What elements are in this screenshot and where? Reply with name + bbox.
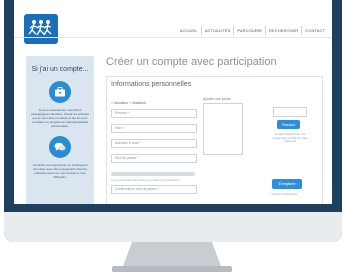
browse-button[interactable]: Parcourir	[277, 120, 300, 129]
monitor-stand-base	[112, 266, 232, 272]
email-placeholder: Adresse e-mail *	[115, 141, 141, 145]
briefcase-icon	[49, 81, 71, 103]
gender-radio-group[interactable]: ○ Monsieur ○ Madame	[111, 101, 146, 105]
photo-preview	[203, 103, 243, 155]
personal-info-panel: Informations personnelles ○ Monsieur ○ M…	[106, 76, 323, 204]
first-name-placeholder: Prénom *	[115, 111, 130, 115]
nav-divider	[14, 37, 332, 38]
monitor-chin	[4, 212, 342, 242]
photo-file-input[interactable]	[273, 107, 307, 117]
section-title: Informations personnelles	[111, 81, 192, 88]
sidebar-paragraph-exchange: J'enrichis mon expérience en échangeant …	[32, 163, 88, 179]
required-fields-note: * Champs obligatoires	[270, 192, 298, 196]
account-benefits-sidebar: Si j'ai un compte... Je peux sélectionne…	[26, 56, 94, 204]
monitor-stand	[122, 242, 222, 269]
last-name-placeholder: Nom *	[115, 126, 125, 130]
password-hint: Le mot de passe doit contenir au minimum…	[111, 178, 180, 182]
email-field[interactable]: Adresse e-mail *	[111, 139, 197, 148]
first-name-field[interactable]: Prénom *	[111, 109, 197, 118]
screen: ACCUEIL ACTUALITÉS PARCOURIR RECHERCHER …	[14, 0, 332, 204]
password-placeholder: Mot de passe *	[115, 156, 139, 160]
monitor-frame: ACCUEIL ACTUALITÉS PARCOURIR RECHERCHER …	[4, 0, 342, 242]
speech-bubbles-icon	[49, 136, 71, 158]
submit-button[interactable]: Enregistrer	[272, 179, 302, 189]
password-field[interactable]: Mot de passe *	[111, 154, 197, 163]
page-title: Créer un compte avec participation	[106, 56, 277, 68]
photo-requirements-note: Veuillez sélectionner une image JPG ou P…	[272, 132, 308, 143]
nav-item-actualites[interactable]: ACTUALITÉS	[200, 26, 234, 35]
nav-item-parcourir[interactable]: PARCOURIR	[233, 26, 265, 35]
confirm-password-placeholder: Confirmation mot de passe *	[115, 187, 160, 191]
confirm-password-field[interactable]: Confirmation mot de passe *	[111, 185, 197, 194]
nav-item-contact[interactable]: CONTACT	[301, 26, 328, 35]
password-strength-meter	[111, 172, 195, 176]
photo-label: Ajouter une photo	[203, 97, 231, 101]
signup-main: Créer un compte avec participation Infor…	[106, 56, 326, 204]
sidebar-title: Si j'ai un compte...	[31, 66, 89, 73]
last-name-field[interactable]: Nom *	[111, 124, 197, 133]
nav-item-accueil[interactable]: ACCUEIL	[177, 26, 201, 35]
sidebar-paragraph-favorites: Je peux sélectionner mes fiches pédagogi…	[31, 108, 89, 128]
site-logo[interactable]	[24, 14, 58, 44]
main-navigation: ACCUEIL ACTUALITÉS PARCOURIR RECHERCHER …	[177, 26, 328, 35]
nav-item-rechercher[interactable]: RECHERCHER	[265, 26, 301, 35]
